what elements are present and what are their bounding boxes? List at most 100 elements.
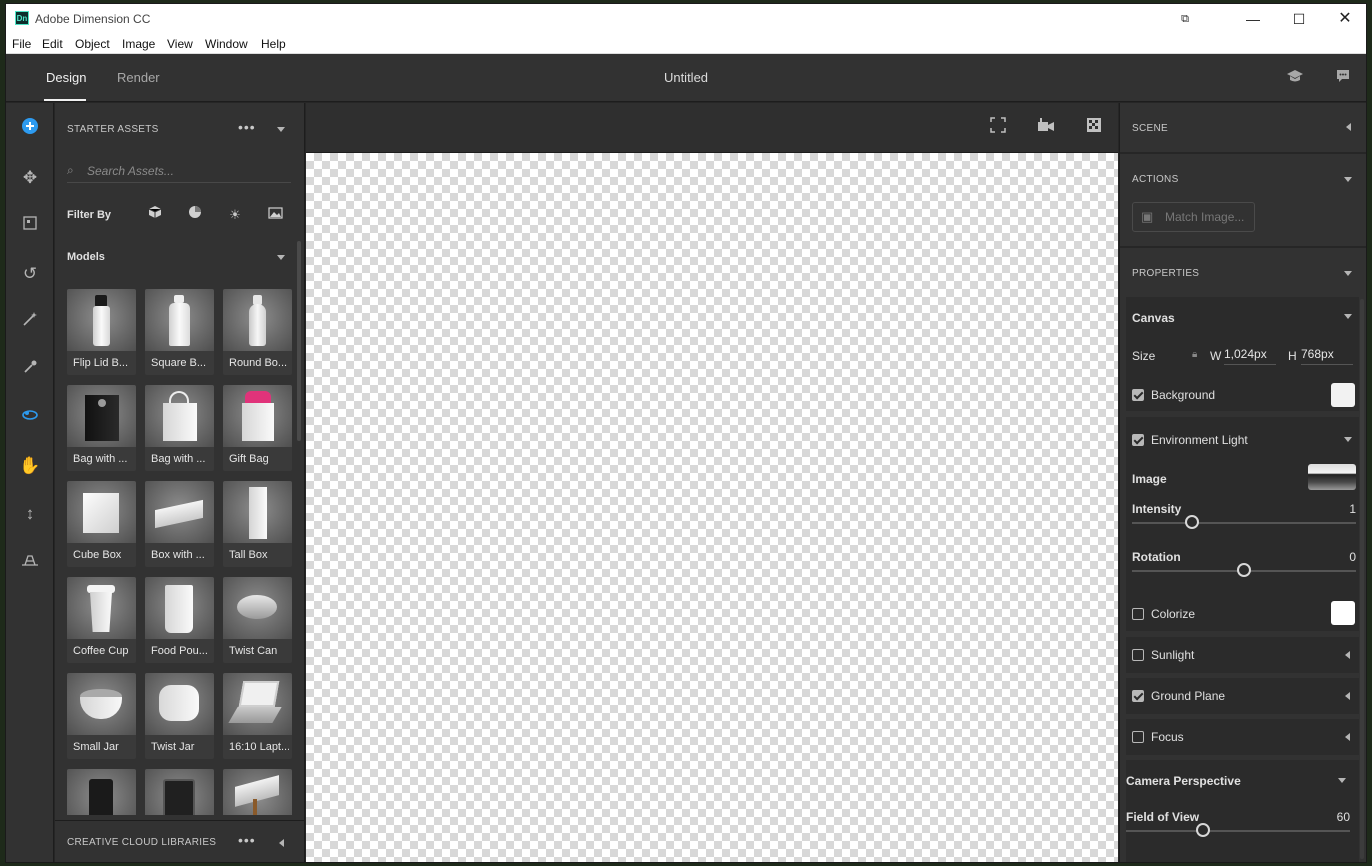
environment-collapse-icon[interactable] [1344,437,1352,442]
sunlight-checkbox[interactable] [1132,649,1144,661]
actions-section: ACTIONS ▣ Match Image... [1120,154,1366,246]
canvas-viewport[interactable] [306,153,1118,862]
canvas-title: Canvas [1132,311,1175,325]
orbit-camera-icon[interactable] [17,405,43,431]
rotation-value[interactable]: 0 [1316,550,1356,564]
ground-plane-checkbox[interactable] [1132,690,1144,702]
menu-edit[interactable]: Edit [42,37,63,51]
colorize-checkbox[interactable] [1132,608,1144,620]
camera-bookmark-icon[interactable] [1035,117,1057,139]
menu-file[interactable]: File [12,37,31,51]
images-filter-icon[interactable] [265,205,285,225]
cc-libraries-header[interactable]: CREATIVE CLOUD LIBRARIES [67,837,216,848]
minimize-button[interactable]: — [1230,4,1276,34]
eyedropper-icon[interactable] [17,357,43,383]
rotation-slider-knob[interactable] [1237,563,1251,577]
menu-object[interactable]: Object [75,37,110,51]
asset-label: Bag with ... [151,453,206,465]
collapse-chevron-icon[interactable] [277,127,285,132]
maximize-button[interactable]: ☐ [1276,4,1322,34]
models-dropdown-icon[interactable] [277,255,285,260]
properties-scrollbar[interactable] [1360,299,1364,859]
lock-aspect-icon[interactable]: 🔒︎ [1192,349,1197,360]
close-button[interactable]: ✕ [1322,4,1366,34]
environment-light-checkbox[interactable] [1132,434,1144,446]
magic-wand-select-icon[interactable] [17,213,43,239]
app-window: Dn Adobe Dimension CC ⧉ — ☐ ✕ File Edit … [5,3,1367,863]
cc-more-options-icon[interactable]: ••• [238,832,256,848]
match-image-button[interactable]: ▣ Match Image... [1132,202,1255,232]
render-preview-icon[interactable] [1083,117,1105,139]
asset-tile-flip-lid-bottle[interactable]: Flip Lid B... [67,289,136,375]
select-tool-icon[interactable]: ✥ [17,165,43,191]
dolly-icon[interactable]: ↕ [17,501,43,527]
field-of-view-slider-knob[interactable] [1196,823,1210,837]
horizon-icon[interactable] [17,549,43,575]
focus-checkbox[interactable] [1132,731,1144,743]
ground-plane-expand-icon[interactable] [1345,692,1350,700]
asset-tile-sign[interactable] [223,769,292,815]
field-of-view-slider-track[interactable] [1126,830,1350,832]
asset-tile-cube-box[interactable]: Cube Box [67,481,136,567]
feedback-icon[interactable] [1333,68,1353,88]
magic-wand-icon[interactable] [17,309,43,335]
canvas-collapse-icon[interactable] [1344,314,1352,319]
asset-tile-round-bottle[interactable]: Round Bo... [223,289,292,375]
background-checkbox[interactable] [1132,389,1144,401]
assets-scrollbar[interactable] [297,241,301,441]
intensity-slider-track[interactable] [1132,522,1356,524]
search-box[interactable]: ⌕ [67,159,291,183]
asset-tile-food-pouch[interactable]: Food Pou... [145,577,214,663]
menu-window[interactable]: Window [205,37,248,51]
menu-view[interactable]: View [167,37,193,51]
environment-image-thumbnail[interactable] [1308,464,1356,490]
actions-collapse-icon[interactable] [1344,177,1352,182]
learn-icon[interactable] [1285,68,1305,88]
fit-canvas-icon[interactable] [987,117,1009,139]
asset-label: Bag with ... [73,453,128,465]
asset-tile-square-bottle[interactable]: Square B... [145,289,214,375]
width-field[interactable]: 1,024px [1224,347,1276,365]
scene-expand-icon[interactable] [1346,123,1351,131]
asset-tile-coffee-cup[interactable]: Coffee Cup [67,577,136,663]
asset-tile-gift-bag[interactable]: Gift Bag [223,385,292,471]
asset-tile-bag-with-handle-black[interactable]: Bag with ... [67,385,136,471]
search-input[interactable] [87,161,287,181]
menu-image[interactable]: Image [122,37,155,51]
materials-filter-icon[interactable] [185,205,205,225]
asset-tile-phone[interactable] [67,769,136,815]
models-filter-icon[interactable] [145,205,165,225]
properties-collapse-icon[interactable] [1344,271,1352,276]
properties-header: PROPERTIES [1132,268,1200,279]
height-field[interactable]: 768px [1301,347,1353,365]
background-color-swatch[interactable] [1331,383,1355,407]
tablet-mode-icon[interactable]: ⧉ [1162,4,1208,34]
asset-tile-small-jar[interactable]: Small Jar [67,673,136,759]
cc-expand-chevron-icon[interactable] [279,839,284,847]
scene-header[interactable]: SCENE [1132,123,1168,134]
camera-collapse-icon[interactable] [1338,778,1346,783]
asset-tile-tablet[interactable] [145,769,214,815]
intensity-value[interactable]: 1 [1316,502,1356,516]
asset-tile-twist-can[interactable]: Twist Can [223,577,292,663]
focus-expand-icon[interactable] [1345,733,1350,741]
intensity-slider-knob[interactable] [1185,515,1199,529]
asset-tile-bag-with-handle-white[interactable]: Bag with ... [145,385,214,471]
asset-tile-tall-box[interactable]: Tall Box [223,481,292,567]
field-of-view-label: Field of View [1126,810,1200,824]
pan-hand-icon[interactable]: ✋ [17,453,43,479]
colorize-color-swatch[interactable] [1331,601,1355,625]
asset-tile-twist-jar[interactable]: Twist Jar [145,673,214,759]
lights-filter-icon[interactable]: ☀ [225,205,245,225]
more-options-icon[interactable]: ••• [238,119,256,135]
asset-tile-box-with-lid[interactable]: Box with ... [145,481,214,567]
asset-tile-laptop[interactable]: 16:10 Lapt... [223,673,292,759]
orbit-tool-icon[interactable]: ↺ [17,261,43,287]
menu-help[interactable]: Help [261,37,286,51]
add-icon[interactable] [17,117,43,143]
twist-jar-thumbnail [145,673,214,735]
sunlight-expand-icon[interactable] [1345,651,1350,659]
right-panel: SCENE ACTIONS ▣ Match Image... PROPERTIE… [1119,103,1366,862]
tool-rail: ✥ ↺ ✋ ↕ [6,103,54,862]
field-of-view-value[interactable]: 60 [1310,810,1350,824]
